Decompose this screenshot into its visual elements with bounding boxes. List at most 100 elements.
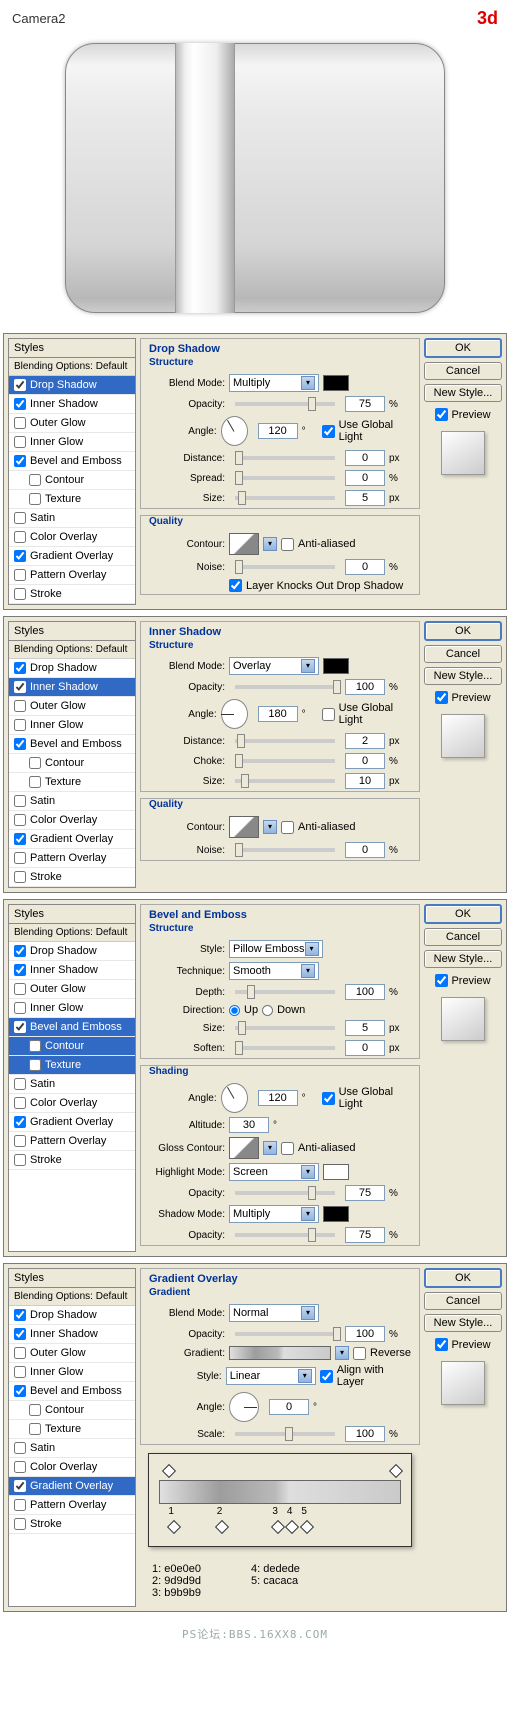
number-input[interactable] bbox=[229, 1117, 269, 1133]
slider-thumb[interactable] bbox=[247, 985, 255, 999]
style-row-gradient_overlay[interactable]: Gradient Overlay bbox=[9, 1113, 135, 1132]
slider-track[interactable] bbox=[235, 565, 335, 569]
style-checkbox-color_overlay[interactable] bbox=[14, 1097, 26, 1109]
style-checkbox-contour[interactable] bbox=[29, 757, 41, 769]
number-input[interactable] bbox=[345, 1227, 385, 1243]
style-row-texture[interactable]: Texture bbox=[9, 1056, 135, 1075]
slider-thumb[interactable] bbox=[308, 1186, 316, 1200]
style-row-pattern_overlay[interactable]: Pattern Overlay bbox=[9, 1496, 135, 1515]
style-checkbox-satin[interactable] bbox=[14, 1078, 26, 1090]
slider-track[interactable] bbox=[235, 1432, 335, 1436]
slider-track[interactable] bbox=[235, 848, 335, 852]
new-style-button[interactable]: New Style... bbox=[424, 1314, 502, 1332]
chevron-down-icon[interactable]: ▾ bbox=[263, 537, 277, 551]
select-dropdown[interactable]: Normal ▾ bbox=[229, 1304, 319, 1322]
style-checkbox-stroke[interactable] bbox=[14, 871, 26, 883]
style-checkbox-outer_glow[interactable] bbox=[14, 417, 26, 429]
preview-checkbox[interactable] bbox=[435, 691, 448, 704]
style-row-drop_shadow[interactable]: Drop Shadow bbox=[9, 942, 135, 961]
anti-aliased-checkbox[interactable] bbox=[281, 1142, 294, 1155]
knocks-out-checkbox[interactable] bbox=[229, 579, 242, 592]
style-row-contour[interactable]: Contour bbox=[9, 754, 135, 773]
align-layer-checkbox[interactable] bbox=[320, 1370, 333, 1383]
select-dropdown[interactable]: Linear ▾ bbox=[226, 1367, 316, 1385]
preview-toggle[interactable]: Preview bbox=[424, 1336, 502, 1353]
number-input[interactable] bbox=[345, 773, 385, 789]
select-dropdown[interactable]: Overlay ▾ bbox=[229, 657, 319, 675]
slider-thumb[interactable] bbox=[235, 843, 243, 857]
contour-picker[interactable] bbox=[229, 533, 259, 555]
slider-thumb[interactable] bbox=[238, 1021, 246, 1035]
anti-aliased-checkbox[interactable] bbox=[281, 538, 294, 551]
opacity-stop[interactable] bbox=[389, 1464, 403, 1478]
style-checkbox-gradient_overlay[interactable] bbox=[14, 1116, 26, 1128]
number-input[interactable] bbox=[345, 450, 385, 466]
ok-button[interactable]: OK bbox=[424, 338, 502, 358]
color-stop[interactable] bbox=[167, 1520, 181, 1534]
style-checkbox-texture[interactable] bbox=[29, 1059, 41, 1071]
slider-thumb[interactable] bbox=[333, 680, 341, 694]
number-input[interactable] bbox=[345, 733, 385, 749]
style-row-outer_glow[interactable]: Outer Glow bbox=[9, 697, 135, 716]
style-row-inner_shadow[interactable]: Inner Shadow bbox=[9, 961, 135, 980]
preview-checkbox[interactable] bbox=[435, 1338, 448, 1351]
style-row-inner_shadow[interactable]: Inner Shadow bbox=[9, 678, 135, 697]
style-checkbox-satin[interactable] bbox=[14, 795, 26, 807]
ok-button[interactable]: OK bbox=[424, 904, 502, 924]
color-stop[interactable] bbox=[215, 1520, 229, 1534]
style-row-drop_shadow[interactable]: Drop Shadow bbox=[9, 1306, 135, 1325]
style-checkbox-pattern_overlay[interactable] bbox=[14, 569, 26, 581]
color-stops-track[interactable] bbox=[159, 1520, 401, 1536]
slider-thumb[interactable] bbox=[235, 451, 243, 465]
style-row-pattern_overlay[interactable]: Pattern Overlay bbox=[9, 1132, 135, 1151]
shadow-color-swatch[interactable] bbox=[323, 1206, 349, 1222]
style-checkbox-inner_glow[interactable] bbox=[14, 1002, 26, 1014]
style-checkbox-bevel_emboss[interactable] bbox=[14, 738, 26, 750]
preview-checkbox[interactable] bbox=[435, 974, 448, 987]
style-row-satin[interactable]: Satin bbox=[9, 1075, 135, 1094]
style-row-satin[interactable]: Satin bbox=[9, 792, 135, 811]
slider-track[interactable] bbox=[235, 476, 335, 480]
style-checkbox-drop_shadow[interactable] bbox=[14, 379, 26, 391]
style-checkbox-inner_shadow[interactable] bbox=[14, 1328, 26, 1340]
style-checkbox-pattern_overlay[interactable] bbox=[14, 1499, 26, 1511]
number-input[interactable] bbox=[345, 679, 385, 695]
slider-track[interactable] bbox=[235, 1233, 335, 1237]
slider-thumb[interactable] bbox=[333, 1327, 341, 1341]
select-dropdown[interactable]: Screen ▾ bbox=[229, 1163, 319, 1181]
style-row-bevel_emboss[interactable]: Bevel and Emboss bbox=[9, 1018, 135, 1037]
select-dropdown[interactable]: Pillow Emboss ▾ bbox=[229, 940, 323, 958]
angle-wheel[interactable] bbox=[221, 1083, 248, 1113]
slider-thumb[interactable] bbox=[285, 1427, 293, 1441]
slider-thumb[interactable] bbox=[308, 1228, 316, 1242]
style-checkbox-pattern_overlay[interactable] bbox=[14, 852, 26, 864]
style-checkbox-inner_glow[interactable] bbox=[14, 1366, 26, 1378]
style-row-stroke[interactable]: Stroke bbox=[9, 585, 135, 604]
number-input[interactable] bbox=[258, 706, 298, 722]
style-row-outer_glow[interactable]: Outer Glow bbox=[9, 414, 135, 433]
number-input[interactable] bbox=[345, 842, 385, 858]
new-style-button[interactable]: New Style... bbox=[424, 384, 502, 402]
number-input[interactable] bbox=[345, 1426, 385, 1442]
slider-thumb[interactable] bbox=[235, 471, 243, 485]
direction-down-radio[interactable] bbox=[262, 1005, 273, 1016]
style-row-stroke[interactable]: Stroke bbox=[9, 1151, 135, 1170]
number-input[interactable] bbox=[345, 396, 385, 412]
style-row-stroke[interactable]: Stroke bbox=[9, 868, 135, 887]
style-row-bevel_emboss[interactable]: Bevel and Emboss bbox=[9, 452, 135, 471]
slider-track[interactable] bbox=[235, 759, 335, 763]
blending-options-default[interactable]: Blending Options: Default bbox=[9, 358, 135, 376]
preview-toggle[interactable]: Preview bbox=[424, 689, 502, 706]
preview-checkbox[interactable] bbox=[435, 408, 448, 421]
color-stop[interactable] bbox=[271, 1520, 285, 1534]
style-checkbox-drop_shadow[interactable] bbox=[14, 662, 26, 674]
style-row-inner_glow[interactable]: Inner Glow bbox=[9, 999, 135, 1018]
style-checkbox-satin[interactable] bbox=[14, 1442, 26, 1454]
blending-options-default[interactable]: Blending Options: Default bbox=[9, 1288, 135, 1306]
chevron-down-icon[interactable]: ▾ bbox=[263, 820, 277, 834]
style-checkbox-outer_glow[interactable] bbox=[14, 1347, 26, 1359]
select-dropdown[interactable]: Multiply ▾ bbox=[229, 374, 319, 392]
style-checkbox-texture[interactable] bbox=[29, 776, 41, 788]
style-checkbox-drop_shadow[interactable] bbox=[14, 1309, 26, 1321]
style-checkbox-inner_shadow[interactable] bbox=[14, 964, 26, 976]
